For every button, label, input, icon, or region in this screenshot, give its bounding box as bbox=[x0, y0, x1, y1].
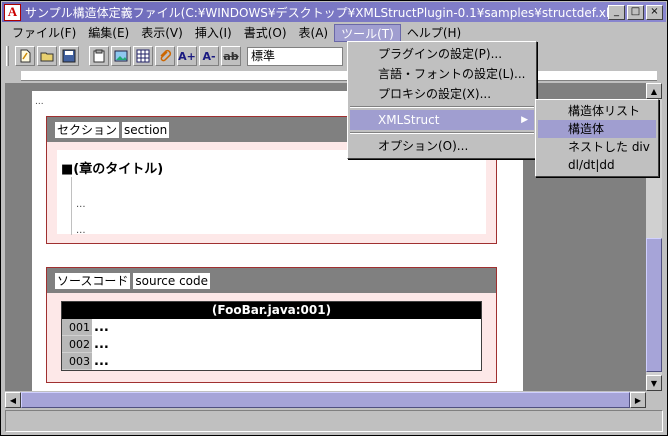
menu-view[interactable]: 表示(V) bbox=[135, 24, 189, 42]
menu-insert[interactable]: 挿入(I) bbox=[189, 24, 238, 42]
code-line[interactable]: 001 ... bbox=[62, 319, 481, 336]
open-icon[interactable] bbox=[37, 46, 57, 66]
menu-separator bbox=[350, 106, 534, 108]
code-text[interactable]: ... bbox=[92, 320, 109, 335]
line-number: 003 bbox=[62, 353, 92, 370]
line-number: 001 bbox=[62, 319, 92, 336]
menu-item-xmlstruct[interactable]: XMLStruct ▶ bbox=[350, 110, 534, 130]
style-select[interactable]: 標準 ▼ bbox=[247, 46, 356, 66]
section-tag-ja: セクション bbox=[55, 121, 120, 138]
horizontal-scrollbar[interactable]: ◀ ▶ bbox=[5, 392, 646, 408]
code-line[interactable]: 003 ... bbox=[62, 353, 481, 370]
xmlstruct-submenu: 構造体リスト 構造体 ネストした div dl/dt|dd bbox=[535, 99, 659, 177]
menu-format[interactable]: 書式(O) bbox=[238, 24, 293, 42]
maximize-button[interactable]: □ bbox=[627, 4, 644, 20]
code-text[interactable]: ... bbox=[92, 337, 109, 352]
status-bar bbox=[5, 410, 663, 432]
menu-item-options[interactable]: オプション(O)... bbox=[350, 136, 534, 156]
menu-item-xmlstruct-label: XMLStruct bbox=[378, 113, 440, 127]
app-window: A サンプル構造体定義ファイル(C:¥WINDOWS¥デスクトップ¥XMLStr… bbox=[0, 0, 668, 436]
title-bar[interactable]: A サンプル構造体定義ファイル(C:¥WINDOWS¥デスクトップ¥XMLStr… bbox=[2, 2, 666, 22]
submenu-struct-list[interactable]: 構造体リスト bbox=[538, 102, 656, 120]
style-select-value: 標準 bbox=[251, 48, 276, 63]
menu-file[interactable]: ファイル(F) bbox=[6, 24, 82, 42]
scroll-down-icon[interactable]: ▼ bbox=[646, 375, 662, 391]
table-icon[interactable] bbox=[133, 46, 153, 66]
source-tag-en: source code bbox=[133, 272, 211, 289]
text-line[interactable]: ... bbox=[76, 199, 86, 210]
menu-tools[interactable]: ツール(T) bbox=[334, 24, 401, 42]
new-doc-icon[interactable] bbox=[15, 46, 35, 66]
tools-menu: プラグインの設定(P)... 言語・フォントの設定(L)... プロキシの設定(… bbox=[347, 41, 537, 159]
text-line[interactable]: ... bbox=[76, 225, 86, 236]
menu-item-proxy[interactable]: プロキシの設定(X)... bbox=[350, 84, 534, 104]
horizontal-scroll-thumb[interactable] bbox=[21, 392, 630, 408]
image-icon[interactable] bbox=[111, 46, 131, 66]
line-number: 002 bbox=[62, 336, 92, 353]
window-title: サンプル構造体定義ファイル(C:¥WINDOWS¥デスクトップ¥XMLStruc… bbox=[25, 5, 608, 20]
minimize-button[interactable]: _ bbox=[608, 4, 625, 20]
paste-icon[interactable] bbox=[89, 46, 109, 66]
section-body[interactable]: ■(章のタイトル) ... ... bbox=[57, 150, 486, 236]
app-icon[interactable]: A bbox=[4, 3, 21, 21]
submenu-struct[interactable]: 構造体 bbox=[538, 120, 656, 138]
scroll-left-icon[interactable]: ◀ bbox=[5, 392, 21, 408]
code-title: (FooBar.java:001) bbox=[62, 302, 481, 319]
menu-table[interactable]: 表(A) bbox=[293, 24, 335, 42]
ruler[interactable] bbox=[21, 71, 657, 81]
indent-block: ... ... bbox=[71, 177, 486, 236]
strike-icon[interactable]: ab bbox=[221, 46, 241, 66]
toolbar-grip[interactable] bbox=[6, 46, 9, 66]
scroll-right-icon[interactable]: ▶ bbox=[630, 392, 646, 408]
code-box[interactable]: (FooBar.java:001) 001 ... 002 ... 003 ..… bbox=[61, 301, 482, 371]
source-code-block[interactable]: ソースコード source code (FooBar.java:001) 001… bbox=[46, 267, 497, 383]
menu-help[interactable]: ヘルプ(H) bbox=[401, 24, 467, 42]
menu-edit[interactable]: 編集(E) bbox=[82, 24, 135, 42]
save-icon[interactable] bbox=[59, 46, 79, 66]
menu-item-language-font[interactable]: 言語・フォントの設定(L)... bbox=[350, 64, 534, 84]
toolbar: A+ A- ab 標準 ▼ bbox=[2, 44, 666, 68]
code-line[interactable]: 002 ... bbox=[62, 336, 481, 353]
close-button[interactable]: × bbox=[646, 4, 663, 20]
attach-icon[interactable] bbox=[155, 46, 175, 66]
source-code-header: ソースコード source code bbox=[47, 268, 496, 293]
menu-separator bbox=[350, 132, 534, 134]
menu-item-plugin-settings[interactable]: プラグインの設定(P)... bbox=[350, 44, 534, 64]
submenu-nested-div[interactable]: ネストした div bbox=[538, 138, 656, 156]
source-tag-ja: ソースコード bbox=[55, 272, 131, 289]
submenu-dl-dt-dd[interactable]: dl/dt|dd bbox=[538, 156, 656, 174]
section-tag-en: section bbox=[122, 121, 170, 138]
chevron-right-icon: ▶ bbox=[521, 115, 528, 125]
code-text[interactable]: ... bbox=[92, 354, 109, 369]
font-shrink-icon[interactable]: A- bbox=[199, 46, 219, 66]
font-grow-icon[interactable]: A+ bbox=[177, 46, 197, 66]
vertical-scroll-thumb[interactable] bbox=[646, 238, 662, 372]
paragraph-mark: ... bbox=[35, 97, 44, 107]
scroll-up-icon[interactable]: ▲ bbox=[646, 83, 662, 99]
menu-bar: ファイル(F) 編集(E) 表示(V) 挿入(I) 書式(O) 表(A) ツール… bbox=[2, 23, 666, 43]
